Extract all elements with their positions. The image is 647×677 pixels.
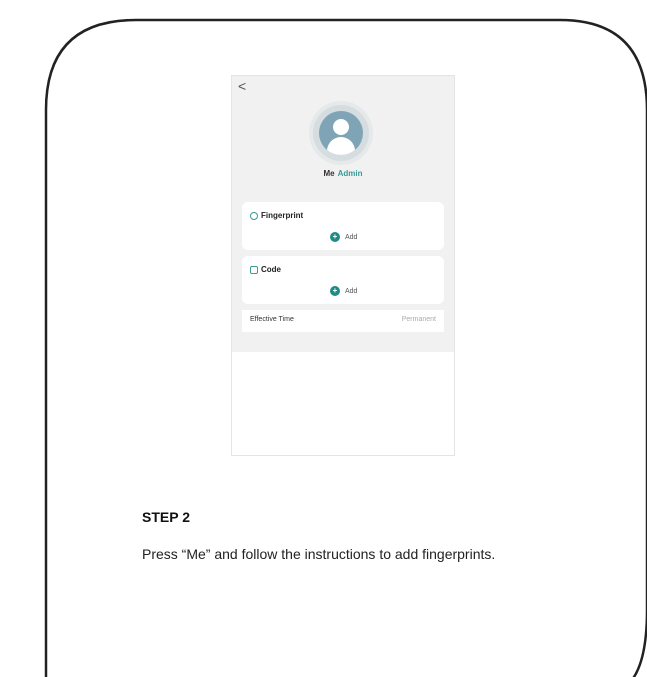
step-instructions: Press “Me” and follow the instructions t… (142, 546, 496, 562)
plus-icon: + (330, 286, 340, 296)
effective-time-row[interactable]: Effective Time Permanent (242, 310, 444, 332)
user-icon (319, 111, 363, 155)
back-button[interactable]: < (238, 78, 246, 94)
code-card: Code + Add (242, 256, 444, 304)
phone-screenshot: < Me Admin Fingerprint + Add Code + Add E… (231, 75, 455, 456)
effective-time-label: Effective Time (250, 316, 294, 323)
plus-icon: + (330, 232, 340, 242)
user-role: Admin (337, 169, 363, 178)
fingerprint-card: Fingerprint + Add (242, 202, 444, 250)
add-fingerprint-button[interactable]: + Add (330, 232, 357, 242)
user-name: Me (323, 169, 335, 178)
fingerprint-title: Fingerprint (261, 211, 304, 220)
avatar (313, 105, 369, 161)
add-fingerprint-label: Add (345, 233, 358, 241)
add-code-button[interactable]: + Add (330, 286, 357, 296)
fingerprint-icon (250, 211, 258, 220)
add-code-label: Add (345, 287, 358, 295)
effective-time-value: Permanent (401, 316, 436, 323)
code-title: Code (261, 265, 281, 274)
step-title: STEP 2 (142, 509, 190, 525)
user-name-line: Me Admin (232, 169, 454, 178)
code-icon (250, 265, 258, 274)
